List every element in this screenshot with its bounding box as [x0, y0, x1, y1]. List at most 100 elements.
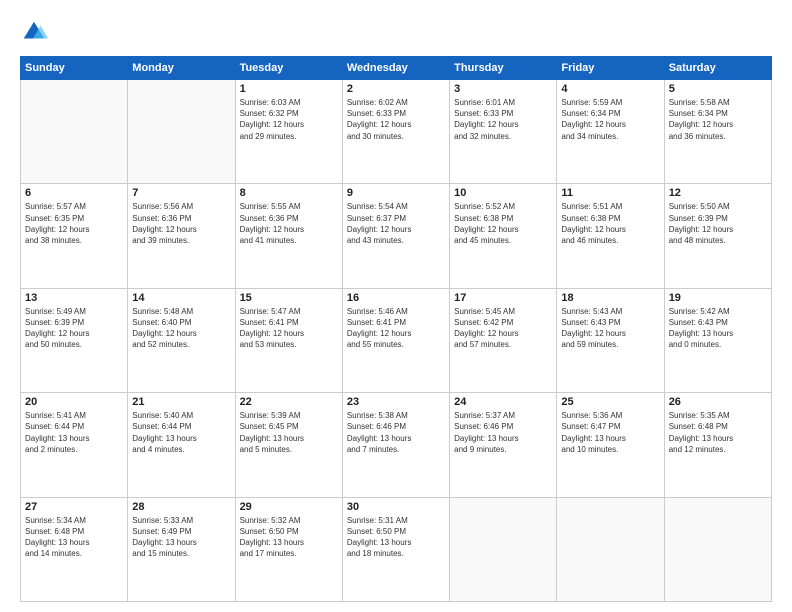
- calendar-day-cell: 7 Sunrise: 5:56 AM Sunset: 6:36 PM Daylig…: [128, 184, 235, 288]
- day-info: Sunrise: 5:45 AM Sunset: 6:42 PM Dayligh…: [454, 306, 552, 351]
- day-number: 20: [25, 396, 123, 408]
- day-number: 5: [669, 83, 767, 95]
- day-number: 22: [240, 396, 338, 408]
- calendar-day-cell: 9 Sunrise: 5:54 AM Sunset: 6:37 PM Daylig…: [342, 184, 449, 288]
- day-info: Sunrise: 5:38 AM Sunset: 6:46 PM Dayligh…: [347, 410, 445, 455]
- calendar-day-cell: 25 Sunrise: 5:36 AM Sunset: 6:47 PM Dayli…: [557, 393, 664, 497]
- day-info: Sunrise: 5:56 AM Sunset: 6:36 PM Dayligh…: [132, 201, 230, 246]
- calendar-day-cell: 2Sunrise: 6:02 AM Sunset: 6:33 PM Daylig…: [342, 80, 449, 184]
- day-number: 12: [669, 187, 767, 199]
- calendar-header-cell: Friday: [557, 57, 664, 80]
- calendar-day-cell: 14Sunrise: 5:48 AM Sunset: 6:40 PM Dayli…: [128, 288, 235, 392]
- day-info: Sunrise: 5:54 AM Sunset: 6:37 PM Dayligh…: [347, 201, 445, 246]
- calendar-week-row: 27 Sunrise: 5:34 AM Sunset: 6:48 PM Dayli…: [21, 497, 772, 601]
- day-info: Sunrise: 5:32 AM Sunset: 6:50 PM Dayligh…: [240, 515, 338, 560]
- calendar-day-cell: 1 Sunrise: 6:03 AM Sunset: 6:32 PM Daylig…: [235, 80, 342, 184]
- day-info: Sunrise: 5:58 AM Sunset: 6:34 PM Dayligh…: [669, 97, 767, 142]
- calendar-day-cell: 22 Sunrise: 5:39 AM Sunset: 6:45 PM Dayli…: [235, 393, 342, 497]
- calendar-week-row: 13Sunrise: 5:49 AM Sunset: 6:39 PM Dayli…: [21, 288, 772, 392]
- calendar-day-cell: 11 Sunrise: 5:51 AM Sunset: 6:38 PM Dayli…: [557, 184, 664, 288]
- calendar-day-cell: 23 Sunrise: 5:38 AM Sunset: 6:46 PM Dayli…: [342, 393, 449, 497]
- calendar-day-cell: 20 Sunrise: 5:41 AM Sunset: 6:44 PM Dayli…: [21, 393, 128, 497]
- calendar-day-cell: 15 Sunrise: 5:47 AM Sunset: 6:41 PM Dayli…: [235, 288, 342, 392]
- day-info: Sunrise: 5:42 AM Sunset: 6:43 PM Dayligh…: [669, 306, 767, 351]
- day-info: Sunrise: 5:37 AM Sunset: 6:46 PM Dayligh…: [454, 410, 552, 455]
- day-info: Sunrise: 5:40 AM Sunset: 6:44 PM Dayligh…: [132, 410, 230, 455]
- calendar-day-cell: 26 Sunrise: 5:35 AM Sunset: 6:48 PM Dayli…: [664, 393, 771, 497]
- day-info: Sunrise: 5:55 AM Sunset: 6:36 PM Dayligh…: [240, 201, 338, 246]
- day-number: 25: [561, 396, 659, 408]
- day-info: Sunrise: 5:43 AM Sunset: 6:43 PM Dayligh…: [561, 306, 659, 351]
- day-info: Sunrise: 5:51 AM Sunset: 6:38 PM Dayligh…: [561, 201, 659, 246]
- calendar-header-cell: Wednesday: [342, 57, 449, 80]
- day-info: Sunrise: 5:35 AM Sunset: 6:48 PM Dayligh…: [669, 410, 767, 455]
- calendar-header-cell: Monday: [128, 57, 235, 80]
- day-number: 17: [454, 292, 552, 304]
- day-number: 29: [240, 501, 338, 513]
- day-info: Sunrise: 5:34 AM Sunset: 6:48 PM Dayligh…: [25, 515, 123, 560]
- calendar-day-cell: 8Sunrise: 5:55 AM Sunset: 6:36 PM Daylig…: [235, 184, 342, 288]
- calendar-day-cell: 12 Sunrise: 5:50 AM Sunset: 6:39 PM Dayli…: [664, 184, 771, 288]
- calendar-week-row: 20 Sunrise: 5:41 AM Sunset: 6:44 PM Dayli…: [21, 393, 772, 497]
- day-info: Sunrise: 5:31 AM Sunset: 6:50 PM Dayligh…: [347, 515, 445, 560]
- day-info: Sunrise: 5:50 AM Sunset: 6:39 PM Dayligh…: [669, 201, 767, 246]
- calendar-header-cell: Tuesday: [235, 57, 342, 80]
- day-number: 1: [240, 83, 338, 95]
- day-number: 18: [561, 292, 659, 304]
- calendar-day-cell: [664, 497, 771, 601]
- calendar-table: SundayMondayTuesdayWednesdayThursdayFrid…: [20, 56, 772, 602]
- day-number: 3: [454, 83, 552, 95]
- day-number: 6: [25, 187, 123, 199]
- calendar-day-cell: 30 Sunrise: 5:31 AM Sunset: 6:50 PM Dayli…: [342, 497, 449, 601]
- calendar-day-cell: 3 Sunrise: 6:01 AM Sunset: 6:33 PM Daylig…: [450, 80, 557, 184]
- calendar-day-cell: 28Sunrise: 5:33 AM Sunset: 6:49 PM Dayli…: [128, 497, 235, 601]
- calendar-body: 1 Sunrise: 6:03 AM Sunset: 6:32 PM Daylig…: [21, 80, 772, 602]
- calendar-day-cell: 5 Sunrise: 5:58 AM Sunset: 6:34 PM Daylig…: [664, 80, 771, 184]
- day-info: Sunrise: 5:52 AM Sunset: 6:38 PM Dayligh…: [454, 201, 552, 246]
- header: [20, 18, 772, 46]
- calendar-day-cell: [557, 497, 664, 601]
- calendar-day-cell: 29 Sunrise: 5:32 AM Sunset: 6:50 PM Dayli…: [235, 497, 342, 601]
- day-info: Sunrise: 5:59 AM Sunset: 6:34 PM Dayligh…: [561, 97, 659, 142]
- day-info: Sunrise: 6:01 AM Sunset: 6:33 PM Dayligh…: [454, 97, 552, 142]
- calendar-day-cell: 10 Sunrise: 5:52 AM Sunset: 6:38 PM Dayli…: [450, 184, 557, 288]
- day-info: Sunrise: 5:39 AM Sunset: 6:45 PM Dayligh…: [240, 410, 338, 455]
- logo: [20, 18, 52, 46]
- day-number: 16: [347, 292, 445, 304]
- calendar-header-cell: Saturday: [664, 57, 771, 80]
- calendar-header-cell: Thursday: [450, 57, 557, 80]
- day-number: 24: [454, 396, 552, 408]
- calendar-day-cell: 24 Sunrise: 5:37 AM Sunset: 6:46 PM Dayli…: [450, 393, 557, 497]
- day-number: 4: [561, 83, 659, 95]
- day-number: 10: [454, 187, 552, 199]
- calendar-day-cell: 27 Sunrise: 5:34 AM Sunset: 6:48 PM Dayli…: [21, 497, 128, 601]
- day-number: 9: [347, 187, 445, 199]
- day-info: Sunrise: 5:48 AM Sunset: 6:40 PM Dayligh…: [132, 306, 230, 351]
- calendar-day-cell: [450, 497, 557, 601]
- day-info: Sunrise: 6:03 AM Sunset: 6:32 PM Dayligh…: [240, 97, 338, 142]
- page: SundayMondayTuesdayWednesdayThursdayFrid…: [0, 0, 792, 612]
- calendar-week-row: 1 Sunrise: 6:03 AM Sunset: 6:32 PM Daylig…: [21, 80, 772, 184]
- day-info: Sunrise: 6:02 AM Sunset: 6:33 PM Dayligh…: [347, 97, 445, 142]
- calendar-day-cell: [128, 80, 235, 184]
- day-info: Sunrise: 5:49 AM Sunset: 6:39 PM Dayligh…: [25, 306, 123, 351]
- day-info: Sunrise: 5:33 AM Sunset: 6:49 PM Dayligh…: [132, 515, 230, 560]
- calendar-day-cell: 16Sunrise: 5:46 AM Sunset: 6:41 PM Dayli…: [342, 288, 449, 392]
- calendar-day-cell: [21, 80, 128, 184]
- day-number: 21: [132, 396, 230, 408]
- calendar-day-cell: 19Sunrise: 5:42 AM Sunset: 6:43 PM Dayli…: [664, 288, 771, 392]
- calendar-day-cell: 18 Sunrise: 5:43 AM Sunset: 6:43 PM Dayli…: [557, 288, 664, 392]
- day-info: Sunrise: 5:47 AM Sunset: 6:41 PM Dayligh…: [240, 306, 338, 351]
- day-number: 15: [240, 292, 338, 304]
- day-info: Sunrise: 5:57 AM Sunset: 6:35 PM Dayligh…: [25, 201, 123, 246]
- day-number: 30: [347, 501, 445, 513]
- day-number: 7: [132, 187, 230, 199]
- day-number: 11: [561, 187, 659, 199]
- day-number: 23: [347, 396, 445, 408]
- day-info: Sunrise: 5:36 AM Sunset: 6:47 PM Dayligh…: [561, 410, 659, 455]
- logo-icon: [20, 18, 48, 46]
- day-number: 26: [669, 396, 767, 408]
- day-number: 27: [25, 501, 123, 513]
- calendar-day-cell: 17 Sunrise: 5:45 AM Sunset: 6:42 PM Dayli…: [450, 288, 557, 392]
- day-info: Sunrise: 5:41 AM Sunset: 6:44 PM Dayligh…: [25, 410, 123, 455]
